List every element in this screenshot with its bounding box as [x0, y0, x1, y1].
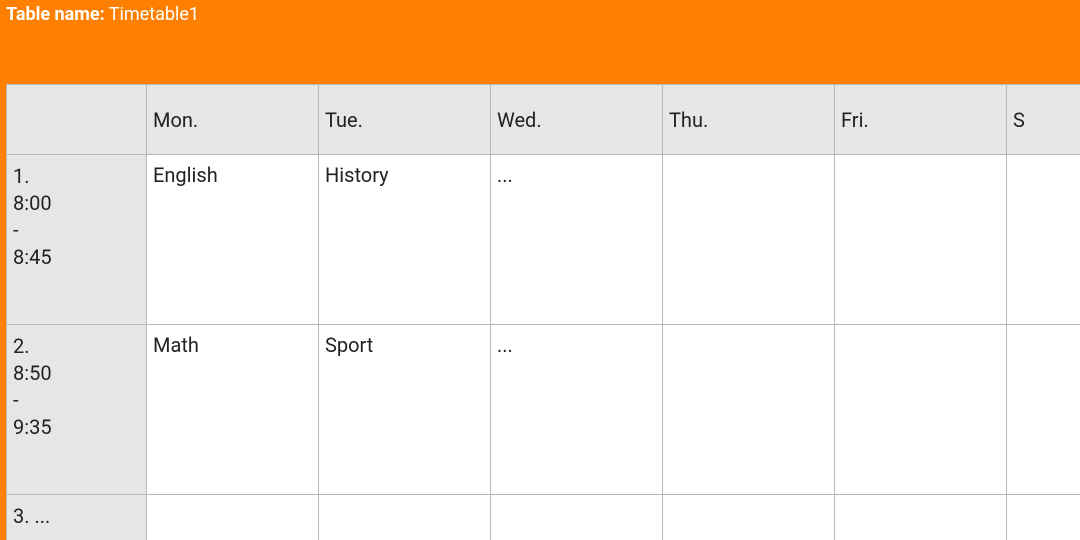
cell-sat-3[interactable] [1007, 495, 1080, 540]
time-slot-3[interactable]: 3. ... [7, 495, 147, 540]
cell-thu-3[interactable] [663, 495, 835, 540]
cell-fri-1[interactable] [835, 155, 1007, 325]
header-mon[interactable]: Mon. [147, 85, 319, 155]
timetable-wrap[interactable]: Mon. Tue. Wed. Thu. Fri. S 1. 8:00 - 8:4… [6, 84, 1080, 540]
time-slot-2[interactable]: 2. 8:50 - 9:35 [7, 325, 147, 495]
cell-tue-2[interactable]: Sport [319, 325, 491, 495]
cell-mon-2[interactable]: Math [147, 325, 319, 495]
cell-wed-1[interactable]: ... [491, 155, 663, 325]
cell-mon-3[interactable] [147, 495, 319, 540]
header-time [7, 85, 147, 155]
time-label: 3. ... [13, 503, 140, 530]
cell-thu-2[interactable] [663, 325, 835, 495]
header-sat[interactable]: S [1007, 85, 1080, 155]
app-container: Table name: Timetable1 Mon. Tue. Wed. Th… [0, 0, 1080, 540]
header-thu[interactable]: Thu. [663, 85, 835, 155]
header-wed[interactable]: Wed. [491, 85, 663, 155]
table-row: 1. 8:00 - 8:45 English History ... [7, 155, 1080, 325]
header-tue[interactable]: Tue. [319, 85, 491, 155]
cell-fri-2[interactable] [835, 325, 1007, 495]
time-slot-1[interactable]: 1. 8:00 - 8:45 [7, 155, 147, 325]
cell-wed-3[interactable] [491, 495, 663, 540]
table-name-label: Table name: [6, 4, 105, 25]
timetable: Mon. Tue. Wed. Thu. Fri. S 1. 8:00 - 8:4… [6, 84, 1080, 540]
cell-thu-1[interactable] [663, 155, 835, 325]
header-row: Mon. Tue. Wed. Thu. Fri. S [7, 85, 1080, 155]
cell-sat-2[interactable] [1007, 325, 1080, 495]
cell-fri-3[interactable] [835, 495, 1007, 540]
time-label: 2. 8:50 - 9:35 [13, 333, 140, 441]
cell-tue-3[interactable] [319, 495, 491, 540]
cell-wed-2[interactable]: ... [491, 325, 663, 495]
table-name-value: Timetable1 [109, 4, 199, 25]
table-row: 3. ... [7, 495, 1080, 540]
table-row: 2. 8:50 - 9:35 Math Sport ... [7, 325, 1080, 495]
header-bar: Table name: Timetable1 [0, 0, 1080, 29]
time-label: 1. 8:00 - 8:45 [13, 163, 140, 271]
cell-sat-1[interactable] [1007, 155, 1080, 325]
cell-mon-1[interactable]: English [147, 155, 319, 325]
cell-tue-1[interactable]: History [319, 155, 491, 325]
header-fri[interactable]: Fri. [835, 85, 1007, 155]
